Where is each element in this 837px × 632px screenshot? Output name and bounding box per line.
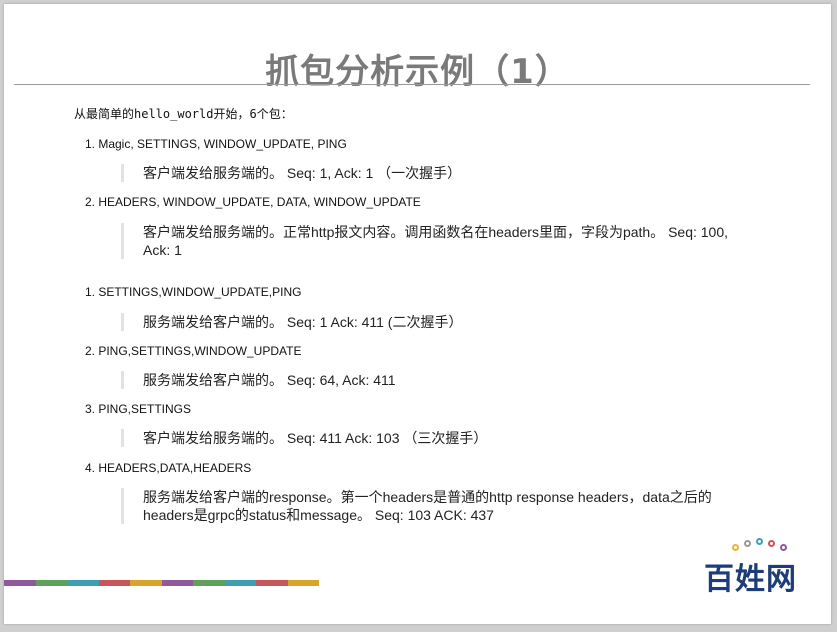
color-bar-segment <box>130 580 162 586</box>
color-bar-segment <box>193 580 225 586</box>
logo-dot <box>768 540 775 547</box>
blockquote-line: Ack: 1 <box>143 242 182 258</box>
list-item: 1. SETTINGS,WINDOW_UPDATE,PING <box>85 285 302 299</box>
logo-dot <box>756 538 763 545</box>
brand-logo: 百姓网 <box>704 534 814 597</box>
logo-dot <box>780 544 787 551</box>
logo-dot <box>744 540 751 547</box>
blockquote-line: 客户端发给服务端的。正常http报文内容。调用函数名在headers里面，字段为… <box>143 224 729 240</box>
blockquote: 服务端发给客户端的response。第一个headers是普通的http res… <box>121 488 743 524</box>
list-item: 3. PING,SETTINGS <box>85 402 192 416</box>
blockquote: 服务端发给客户端的。 Seq: 1 Ack: 411 (二次握手） <box>121 313 462 331</box>
color-bar-segment <box>256 580 288 586</box>
slide-title: 抓包分析示例（1） <box>265 52 570 92</box>
blockquote: 客户端发给服务端的。 Seq: 411 Ack: 103 （三次握手） <box>121 429 487 447</box>
blockquote-line: headers是grpc的status和message。 Seq: 103 AC… <box>143 507 494 523</box>
color-bar-segment <box>67 580 99 586</box>
list-item: 2. HEADERS, WINDOW_UPDATE, DATA, WINDOW_… <box>85 195 421 209</box>
intro-text: 从最简单的hello_world开始，6个包： <box>74 107 293 121</box>
logo-dots-icon <box>732 534 792 554</box>
title-divider <box>14 84 810 85</box>
color-bar-segment <box>35 580 67 586</box>
color-bar-segment <box>98 580 130 586</box>
color-bar-segment <box>224 580 256 586</box>
list-item: 4. HEADERS,DATA,HEADERS <box>85 461 252 475</box>
logo-dot <box>732 544 739 551</box>
footer-color-bar <box>4 580 319 586</box>
slide: 抓包分析示例（1） 从最简单的hello_world开始，6个包： 1. Mag… <box>4 4 831 624</box>
color-bar-segment <box>161 580 193 586</box>
blockquote-line: 服务端发给客户端的response。第一个headers是普通的http res… <box>143 489 712 505</box>
logo-text: 百姓网 <box>704 562 797 597</box>
blockquote: 客户端发给服务端的。 Seq: 1, Ack: 1 （一次握手） <box>121 164 461 182</box>
list-item: 1. Magic, SETTINGS, WINDOW_UPDATE, PING <box>85 137 347 151</box>
color-bar-segment <box>287 580 319 586</box>
color-bar-segment <box>4 580 36 586</box>
list-item: 2. PING,SETTINGS,WINDOW_UPDATE <box>85 344 302 358</box>
blockquote: 服务端发给客户端的。 Seq: 64, Ack: 411 <box>121 371 396 389</box>
blockquote: 客户端发给服务端的。正常http报文内容。调用函数名在headers里面，字段为… <box>121 223 743 259</box>
